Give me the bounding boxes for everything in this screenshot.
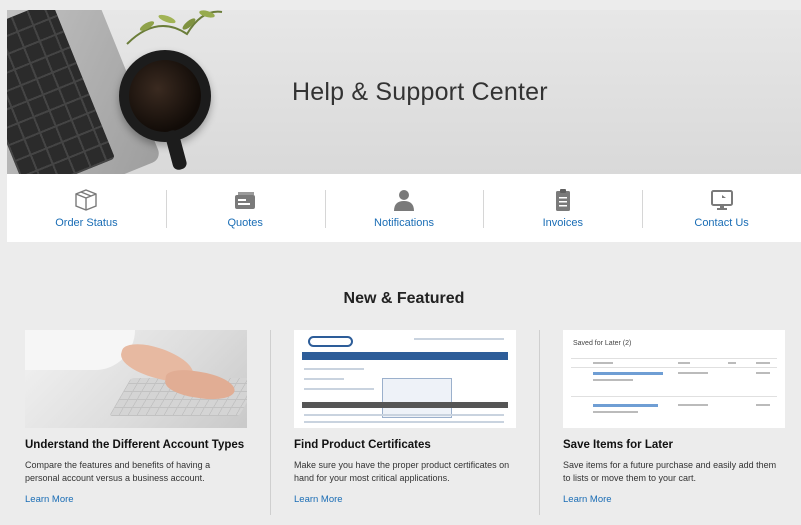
nav-item-invoices[interactable]: Invoices <box>483 174 642 242</box>
card-title: Understand the Different Account Types <box>25 439 245 451</box>
clipboard-icon <box>555 188 570 211</box>
card-divider <box>270 330 271 515</box>
card-product-certificates: Find Product Certificates Make sure you … <box>294 330 516 520</box>
learn-more-link[interactable]: Learn More <box>563 494 785 505</box>
coffee-cup-image <box>119 50 211 142</box>
card-description: Save items for a future purchase and eas… <box>563 460 777 483</box>
nav-label: Invoices <box>542 216 583 229</box>
card-description: Make sure you have the proper product ce… <box>294 460 510 483</box>
support-nav: Order Status Quotes Notifications Invoic… <box>7 174 801 242</box>
plant-decoration <box>126 10 223 45</box>
nav-label: Quotes <box>227 216 263 229</box>
page-title: Help & Support Center <box>292 78 548 106</box>
learn-more-link[interactable]: Learn More <box>294 494 516 505</box>
section-title: New & Featured <box>343 290 465 307</box>
card-description: Compare the features and benefits of hav… <box>25 460 211 483</box>
quote-card-icon <box>235 191 256 209</box>
card-divider <box>539 330 540 515</box>
nav-item-contact-us[interactable]: Contact Us <box>642 174 801 242</box>
hero-banner: Help & Support Center <box>7 10 801 174</box>
nav-label: Order Status <box>55 216 118 229</box>
page: Help & Support Center Order Status Quote… <box>7 10 801 525</box>
box-icon <box>75 188 98 211</box>
nav-label: Notifications <box>374 216 434 229</box>
featured-cards: Understand the Different Account Types C… <box>25 330 785 520</box>
nav-item-order-status[interactable]: Order Status <box>7 174 166 242</box>
saved-for-later-preview-title: Saved for Later (2) <box>573 340 632 347</box>
card-title: Save Items for Later <box>563 439 673 451</box>
nav-label: Contact Us <box>694 216 749 229</box>
card-save-items: Saved for Later (2) Save Items for Later… <box>563 330 785 520</box>
card-account-types: Understand the Different Account Types C… <box>25 330 247 520</box>
card-image-typing <box>25 330 247 428</box>
card-title: Find Product Certificates <box>294 439 431 451</box>
nav-item-quotes[interactable]: Quotes <box>165 174 325 242</box>
card-image-certificates-screenshot <box>294 330 516 428</box>
nav-item-notifications[interactable]: Notifications <box>324 174 484 242</box>
learn-more-link[interactable]: Learn More <box>25 494 247 505</box>
card-image-saved-for-later: Saved for Later (2) <box>563 330 785 428</box>
monitor-icon <box>710 189 733 210</box>
person-icon <box>393 189 414 211</box>
